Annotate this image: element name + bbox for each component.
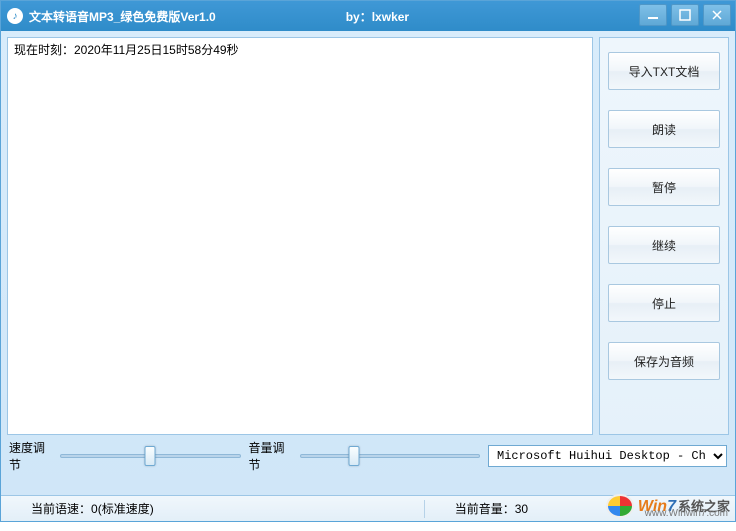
volume-track (300, 454, 480, 458)
titlebar[interactable]: ♪ 文本转语音MP3_绿色免费版Ver1.0 by：lxwker (1, 1, 735, 31)
client-area: 导入TXT文档 朗读 暂停 继续 停止 保存为音频 速度调节 音量调节 (1, 31, 735, 495)
volume-slider[interactable] (300, 446, 480, 466)
volume-thumb[interactable] (348, 446, 359, 466)
status-volume: 当前音量：30 (425, 486, 538, 531)
status-speed: 当前语速：0(标准速度) (1, 486, 164, 531)
window-title: 文本转语音MP3_绿色免费版Ver1.0 (29, 8, 216, 25)
status-speed-value: 0(标准速度) (91, 502, 154, 516)
minimize-icon (647, 9, 659, 21)
maximize-icon (679, 9, 691, 21)
speed-thumb[interactable] (145, 446, 156, 466)
main-row: 导入TXT文档 朗读 暂停 继续 停止 保存为音频 (7, 37, 729, 435)
save-audio-button[interactable]: 保存为音频 (608, 342, 720, 380)
status-speed-label: 当前语速： (31, 502, 91, 516)
text-input-panel (7, 37, 593, 435)
controls-row: 速度调节 音量调节 Microsoft Huihui Desktop - Ch (7, 441, 729, 471)
speed-label: 速度调节 (9, 439, 54, 473)
app-icon: ♪ (7, 8, 23, 24)
close-button[interactable] (703, 4, 731, 26)
text-input[interactable] (12, 40, 588, 432)
window-controls (639, 4, 731, 26)
window-byline: by：lxwker (346, 8, 409, 25)
import-txt-button[interactable]: 导入TXT文档 (608, 52, 720, 90)
status-bar: 当前语速：0(标准速度) 当前音量：30 (1, 495, 735, 521)
status-volume-value: 30 (515, 502, 528, 516)
stop-button[interactable]: 停止 (608, 284, 720, 322)
read-button[interactable]: 朗读 (608, 110, 720, 148)
resume-button[interactable]: 继续 (608, 226, 720, 264)
speed-slider[interactable] (60, 446, 240, 466)
pause-button[interactable]: 暂停 (608, 168, 720, 206)
voice-select[interactable]: Microsoft Huihui Desktop - Ch (488, 445, 727, 467)
minimize-button[interactable] (639, 4, 667, 26)
close-icon (711, 9, 723, 21)
status-volume-label: 当前音量： (455, 502, 515, 516)
app-window: ♪ 文本转语音MP3_绿色免费版Ver1.0 by：lxwker 导入TXT文档… (0, 0, 736, 522)
action-panel: 导入TXT文档 朗读 暂停 继续 停止 保存为音频 (599, 37, 729, 435)
volume-label: 音量调节 (249, 439, 294, 473)
maximize-button[interactable] (671, 4, 699, 26)
